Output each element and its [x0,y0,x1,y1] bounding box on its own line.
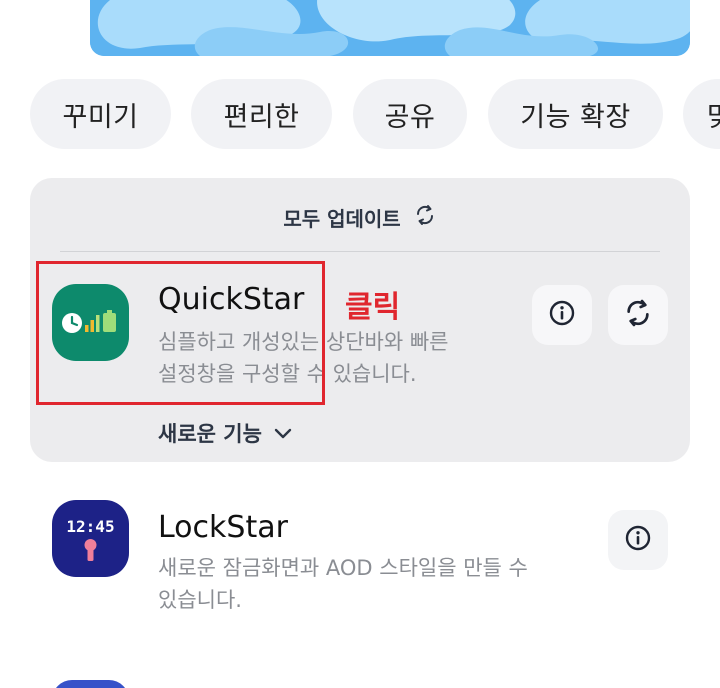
chip-partial[interactable]: 맞 [683,79,720,149]
new-features-toggle[interactable]: 새로운 기능 [158,418,292,448]
chip-label: 편리한 [223,101,300,133]
chip-label: 공유 [384,101,436,133]
new-features-label: 새로운 기능 [158,422,262,446]
info-icon [548,299,576,331]
info-button-lockstar[interactable] [608,510,668,570]
next-app-icon[interactable] [52,680,129,688]
banner-pattern [90,0,690,56]
chip-share[interactable]: 공유 [353,79,467,149]
chip-customize[interactable]: 꾸미기 [30,79,171,149]
promo-banner[interactable] [90,0,690,56]
refresh-icon [622,297,654,333]
chip-label: 기능 확장 [520,101,631,133]
galaxy-store-page: 꾸미기 편리한 공유 기능 확장 맞 모두 업데이트 QuickStar 심플하… [0,0,720,688]
update-all-label: 모두 업데이트 [283,206,401,231]
info-button-quickstar[interactable] [532,285,592,345]
divider [60,251,660,252]
chip-label: 꾸미기 [62,101,139,133]
refresh-icon [413,203,437,232]
click-annotation: 클릭 [345,290,401,325]
highlight-box [36,261,325,405]
update-button-quickstar[interactable] [608,285,668,345]
chip-convenient[interactable]: 편리한 [191,79,332,149]
info-icon [624,524,652,556]
lockstar-app-icon[interactable]: 12:45 [52,500,129,577]
category-chips: 꾸미기 편리한 공유 기능 확장 맞 [30,79,720,149]
app-name-lockstar[interactable]: LockStar [158,510,288,545]
update-all-button[interactable]: 모두 업데이트 [30,200,690,234]
lockstar-icon-time: 12:45 [66,517,114,536]
chip-extensions[interactable]: 기능 확장 [488,79,663,149]
chevron-down-icon [274,421,292,445]
app-description-lockstar: 새로운 잠금화면과 AOD 스타일을 만들 수 있습니다. [158,556,528,612]
chip-label: 맞 [707,101,720,133]
